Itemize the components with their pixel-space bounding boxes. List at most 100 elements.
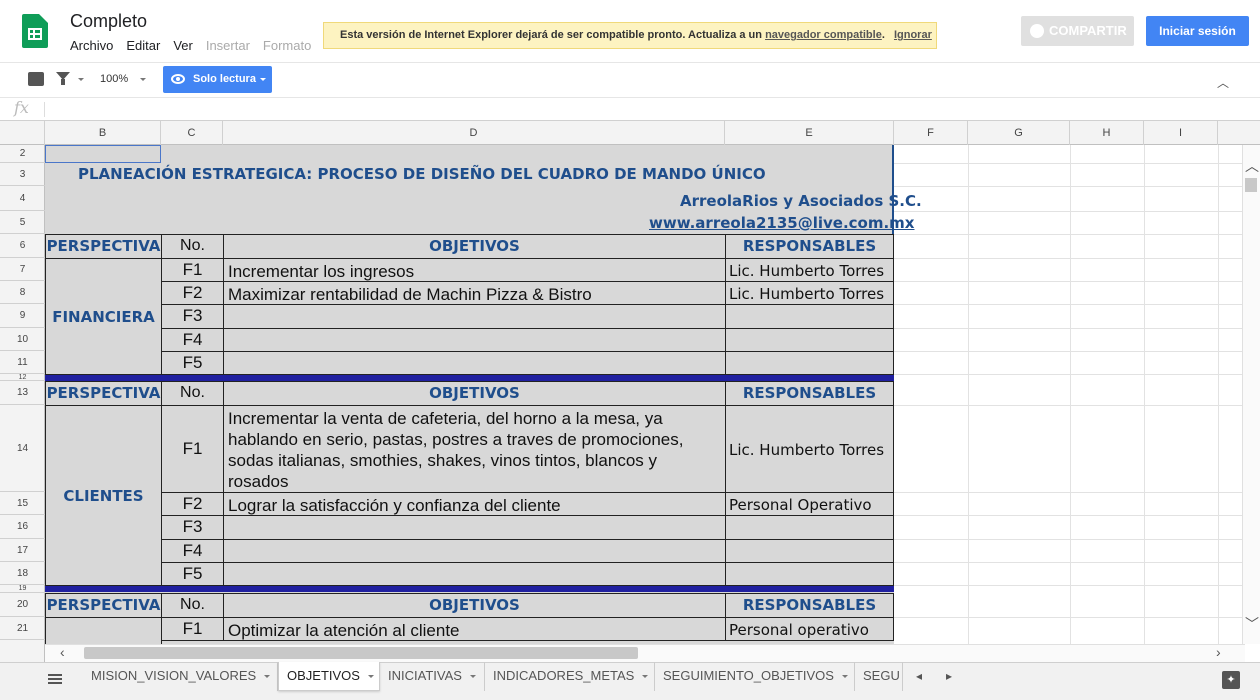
all-sheets-menu-icon[interactable] (48, 674, 62, 684)
header-no: No. (161, 593, 224, 618)
selected-cell[interactable] (45, 145, 161, 163)
formula-bar[interactable] (0, 98, 1260, 121)
row-header[interactable]: 8 (0, 281, 45, 304)
row-header[interactable]: 6 (0, 234, 45, 258)
header-responsible: RESPONSABLES (725, 381, 894, 406)
tab-iniciativas[interactable]: INICIATIVAS (380, 662, 485, 691)
chevron-down-icon (841, 675, 848, 679)
grid-line (894, 258, 1242, 259)
globe-icon (1030, 24, 1044, 38)
select-all-corner[interactable] (0, 121, 45, 145)
grid-line (894, 186, 1242, 187)
row-header[interactable]: 21 (0, 617, 45, 640)
row-header[interactable]: 13 (0, 381, 45, 405)
row-header[interactable]: 20 (0, 593, 45, 617)
menu-formato[interactable]: Formato (263, 38, 311, 53)
vertical-scrollbar[interactable] (1242, 145, 1260, 644)
grid-line (894, 163, 1242, 164)
column-header-e[interactable]: E (725, 121, 894, 145)
fx-icon: fx (14, 98, 29, 117)
row-header[interactable]: 9 (0, 304, 45, 328)
grid-line (894, 617, 1242, 618)
tab-seguimiento-objetivos[interactable]: SEGUIMIENTO_OBJETIVOS (655, 662, 855, 691)
menu-editar[interactable]: Editar (126, 38, 160, 53)
column-header-g[interactable]: G (968, 121, 1070, 145)
objective-cell (223, 328, 726, 352)
row-header[interactable]: 5 (0, 211, 45, 234)
row-header[interactable]: 7 (0, 258, 45, 281)
explore-icon[interactable]: ✦ (1222, 671, 1240, 689)
scroll-left-icon[interactable]: ‹ (60, 644, 65, 660)
row-header[interactable]: 14 (0, 405, 45, 492)
responsible-cell: Personal Operativo (725, 492, 894, 516)
sheets-logo-icon[interactable] (22, 14, 48, 48)
menu-insertar[interactable]: Insertar (206, 38, 250, 53)
collapse-chevron-up-icon[interactable]: ︿ (1217, 74, 1229, 91)
zoom-chevron-down-icon[interactable] (140, 78, 146, 81)
row-header[interactable]: 19 (0, 585, 45, 593)
row-header[interactable]: 12 (0, 374, 45, 381)
column-header-b[interactable]: B (45, 121, 161, 145)
tab-indicadores-metas[interactable]: INDICADORES_METAS (485, 662, 655, 691)
share-button[interactable]: COMPARTIR (1021, 16, 1134, 46)
no-cell: F1 (161, 258, 224, 282)
vertical-scroll-thumb[interactable] (1245, 178, 1257, 192)
tab-label: SEGUIMIENTO_OBJETIVOS (663, 668, 834, 683)
column-header-f[interactable]: F (894, 121, 968, 145)
company-website[interactable]: www.arreola2135@live.com.mx (649, 214, 914, 232)
grid-line (894, 562, 1242, 563)
filter-icon[interactable] (56, 72, 70, 85)
print-icon[interactable] (28, 72, 44, 86)
scroll-up-icon[interactable]: ︿ (1245, 156, 1259, 176)
banner-ignore-link[interactable]: Ignorar (894, 29, 932, 41)
header-objectives: OBJETIVOS (223, 593, 726, 618)
signin-button[interactable]: Iniciar sesión (1146, 16, 1249, 46)
row-header[interactable]: 11 (0, 351, 45, 374)
tab-mision-vision-valores[interactable]: MISION_VISION_VALORES (83, 662, 278, 691)
formula-divider (44, 102, 45, 117)
tab-objetivos[interactable]: OBJETIVOS (278, 662, 380, 691)
menu-archivo[interactable]: Archivo (70, 38, 113, 53)
no-cell: F3 (161, 515, 224, 540)
row-header[interactable]: 3 (0, 163, 45, 186)
row-header[interactable]: 15 (0, 492, 45, 515)
objective-cell: Optimizar la atención al cliente (223, 617, 726, 641)
header-objectives: OBJETIVOS (223, 381, 726, 406)
column-header-c[interactable]: C (161, 121, 223, 145)
menu-bar: Archivo Editar Ver Insertar Formato (70, 38, 324, 53)
filter-chevron-down-icon[interactable] (78, 78, 84, 81)
header-responsible: RESPONSABLES (725, 593, 894, 618)
row-header[interactable]: 2 (0, 145, 45, 163)
company-name: ArreolaRios y Asociados S.C. (680, 192, 922, 210)
column-header-d[interactable]: D (223, 121, 725, 145)
no-cell: F5 (161, 562, 224, 586)
tab-segu[interactable]: SEGU (855, 662, 903, 691)
row-header[interactable]: 4 (0, 186, 45, 211)
menu-ver[interactable]: Ver (173, 38, 193, 53)
no-cell: F4 (161, 539, 224, 563)
tab-label: MISION_VISION_VALORES (91, 668, 257, 683)
view-mode-button[interactable]: Solo lectura (163, 66, 272, 93)
scroll-down-icon[interactable]: ﹀ (1245, 614, 1259, 634)
tabs-next-icon[interactable]: ▸ (946, 669, 952, 683)
zoom-select[interactable]: 100% (100, 73, 128, 85)
row-header[interactable]: 18 (0, 562, 45, 585)
scroll-right-icon[interactable]: › (1216, 644, 1221, 660)
perspective-cell (45, 617, 162, 647)
document-title: Completo (70, 11, 148, 31)
column-header-h[interactable]: H (1070, 121, 1144, 145)
grid-line (894, 234, 1242, 235)
banner-browser-link[interactable]: navegador compatible (765, 29, 882, 41)
row-header[interactable]: 10 (0, 328, 45, 351)
tab-label: OBJETIVOS (287, 668, 360, 683)
row-header[interactable]: 17 (0, 539, 45, 562)
row-header[interactable]: 16 (0, 515, 45, 539)
tabs-prev-icon[interactable]: ◂ (916, 669, 922, 683)
responsible-cell (725, 515, 894, 540)
objective-cell: Incrementar la venta de cafeteria, del h… (223, 405, 726, 493)
horizontal-scroll-thumb[interactable] (84, 647, 638, 659)
banner-text: Esta versión de Internet Explorer dejará… (340, 29, 762, 41)
column-header-i[interactable]: I (1144, 121, 1218, 145)
tab-label: INDICADORES_METAS (493, 668, 635, 683)
chevron-down-icon (642, 675, 649, 679)
